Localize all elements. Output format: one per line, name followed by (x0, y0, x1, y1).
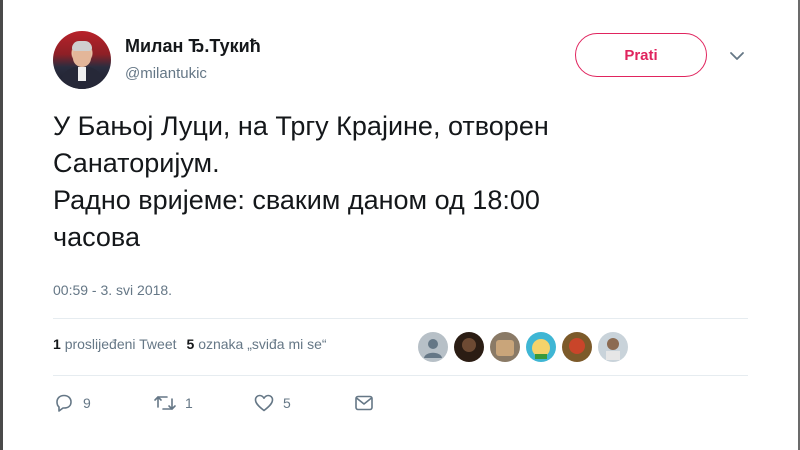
likers-avatars (418, 332, 634, 362)
like-label: oznaka „sviđa mi se“ (198, 336, 327, 352)
liker-avatar-default[interactable] (418, 332, 448, 362)
heart-icon (253, 392, 275, 414)
reply-icon (53, 392, 75, 414)
like-stat[interactable]: 5 oznaka „sviđa mi se“ (187, 336, 327, 352)
retweet-label: proslijeđeni Tweet (64, 336, 177, 352)
display-name[interactable]: Милан Ђ.Тукић (125, 36, 261, 57)
reply-button[interactable]: 9 (53, 392, 153, 414)
liker-avatar-6[interactable] (598, 332, 628, 362)
like-count: 5 (186, 336, 195, 352)
retweet-button[interactable]: 1 (153, 392, 253, 414)
message-button[interactable] (353, 392, 375, 414)
liker-avatar-3[interactable] (490, 332, 520, 362)
tweet-timestamp[interactable]: 00:59 - 3. svi 2018. (53, 282, 172, 298)
user-avatar[interactable] (53, 31, 111, 89)
liker-avatar-4[interactable] (526, 332, 556, 362)
like-button[interactable]: 5 (253, 392, 353, 414)
retweet-count: 1 (185, 395, 193, 411)
liker-avatar-5[interactable] (562, 332, 592, 362)
like-count-action: 5 (283, 395, 291, 411)
tweet-actions: 9 1 5 (53, 392, 375, 414)
retweet-icon (153, 392, 177, 414)
liker-avatar-2[interactable] (454, 332, 484, 362)
retweet-count: 1 (53, 336, 61, 352)
tweet-line: Радно вријеме: сваким даном од 18:00 (53, 185, 540, 215)
divider-bottom (53, 375, 748, 376)
window-left-edge (0, 0, 3, 450)
tweet-header: Милан Ђ.Тукић @milantukic Prati (53, 31, 763, 91)
user-handle[interactable]: @milantukic (125, 65, 207, 82)
avatar-hair (72, 41, 92, 51)
reply-count: 9 (83, 395, 91, 411)
avatar-shirt (78, 67, 86, 81)
chevron-down-icon[interactable] (726, 45, 748, 67)
tweet-line: Санаторијум. (53, 148, 220, 178)
tweet-stats: 1 proslijeđeni Tweet 5 oznaka „sviđa mi … (53, 336, 337, 352)
tweet-text: У Бањој Луци, на Тргу Крајине, отворен С… (53, 108, 753, 256)
envelope-icon (353, 392, 375, 414)
divider-top (53, 318, 748, 319)
follow-button[interactable]: Prati (575, 33, 707, 77)
tweet-line: У Бањој Луци, на Тргу Крајине, отворен (53, 111, 549, 141)
tweet-line: часова (53, 222, 140, 252)
retweet-stat[interactable]: 1 proslijeđeni Tweet (53, 336, 177, 352)
